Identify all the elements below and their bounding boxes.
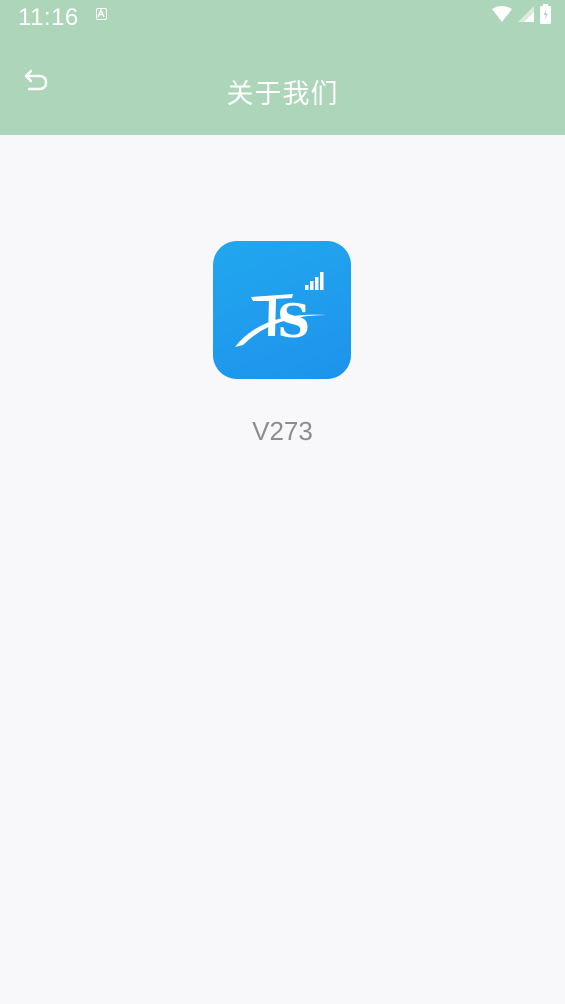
status-icons [492, 3, 551, 29]
ts-logo-icon: S [235, 272, 327, 348]
version-label: V273 [252, 416, 313, 446]
status-bar: 11:16 [0, 0, 565, 34]
battery-icon [540, 3, 551, 29]
status-time: 11:16 [18, 4, 79, 31]
app-logo: S [213, 241, 351, 379]
wifi-icon [492, 5, 512, 27]
app-bar: 关于我们 [0, 34, 565, 135]
cell-signal-icon [518, 5, 534, 27]
page-title: 关于我们 [226, 79, 339, 110]
keyboard-a-icon [96, 8, 107, 20]
